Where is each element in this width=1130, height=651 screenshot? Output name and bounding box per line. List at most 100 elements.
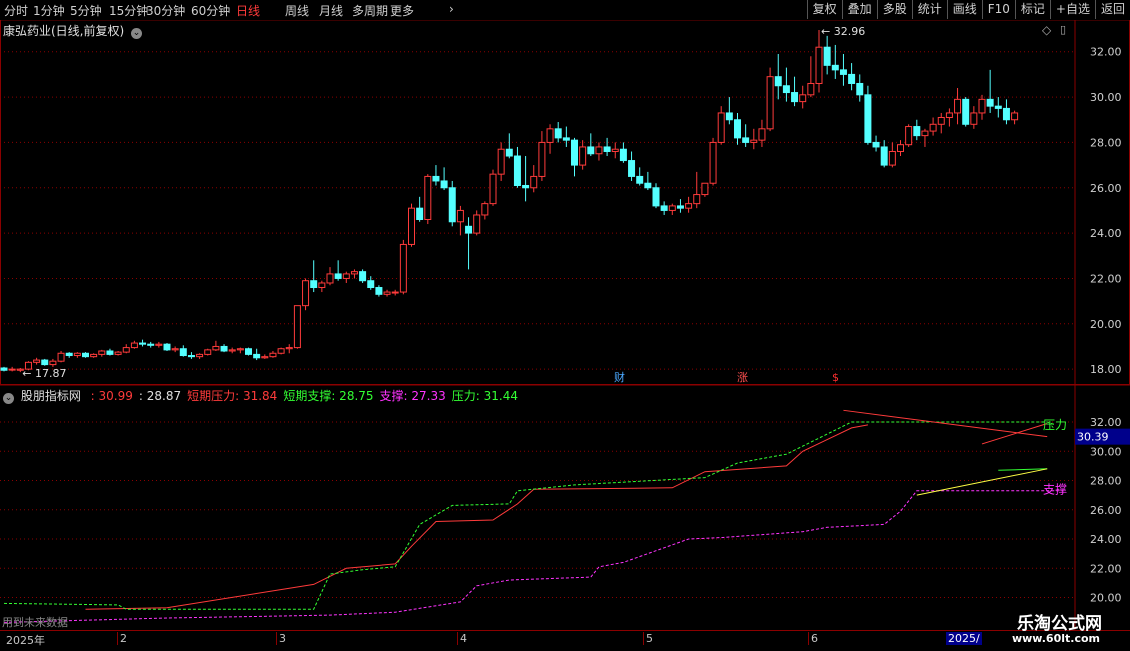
support-label: 支撑 [1043,481,1067,496]
candle-body [815,46,823,84]
candle-body [945,112,953,118]
candle-body [350,271,358,275]
current-value-label: 30.39 [1077,431,1109,444]
y-tick-label: 28.00 [1090,136,1122,149]
candle-body [839,69,847,75]
period-tab-6[interactable]: 日线 [236,2,260,19]
date-axis-label: 2025年 [6,634,45,647]
period-tab-10[interactable]: 更多 [390,2,414,19]
candle-body [709,141,717,184]
date-axis-label: 4 [457,632,467,645]
candle-body [65,352,73,357]
candle-body [448,187,456,223]
candle-body [693,194,701,205]
y-tick-label: 20.00 [1090,318,1122,331]
date-axis-current-label: 2025/ [946,632,982,645]
candle-body [465,225,473,234]
toolbar-button-0[interactable]: 复权 [806,0,842,19]
candle-body [644,182,652,189]
pressure-trendline [981,423,1048,445]
candle-body [302,280,310,307]
toolbar-button-8[interactable]: 返回 [1094,0,1130,19]
toolbar-button-3[interactable]: 统计 [911,0,947,19]
candle-body [505,148,513,157]
candle-body [334,273,342,279]
period-tab-4[interactable]: 30分钟 [146,2,185,19]
toolbar-button-4[interactable]: 画线 [946,0,982,19]
period-tab-0[interactable]: 分时 [4,2,28,19]
candle-body [73,352,81,357]
date-axis: 2025年 2 3 4 5 6 2025/ [0,630,1130,651]
y-tick-label: 32.00 [1090,416,1122,429]
candle-body [82,352,89,358]
period-tab-3[interactable]: 15分钟 [109,2,148,19]
candle-body [848,73,856,84]
candle-body [416,207,424,221]
candle-body [872,141,880,148]
candle-body [685,203,693,209]
candle-body [375,287,383,295]
candle-body [603,146,611,152]
period-tab-2[interactable]: 5分钟 [70,2,102,19]
y-tick-label: 20.00 [1090,592,1122,605]
candle-body [408,207,415,245]
period-tab-9[interactable]: 多周期 [352,2,388,19]
candle-body [954,98,962,114]
date-axis-label: 3 [276,632,286,645]
candle-body [880,146,888,166]
candle-body [367,280,375,289]
candle-body [717,112,725,143]
toolbar-button-1[interactable]: 叠加 [841,0,877,19]
candle-body [326,273,334,284]
candle-body [106,350,114,355]
candle-body [799,94,807,103]
candle-body [701,182,709,196]
candle-body [310,280,318,289]
candle-body [937,116,945,125]
indicator-series-line [3,490,1064,623]
period-tab-7[interactable]: 周线 [285,2,309,19]
indicator-series-line [85,424,868,610]
candle-body [187,355,195,358]
candle-body [473,214,481,234]
candle-body [359,271,367,282]
candle-body [970,112,978,125]
date-axis-label: 6 [808,632,818,645]
toolbar-button-2[interactable]: 多股 [876,0,912,19]
candle-body [0,367,8,371]
candle-body [98,350,106,355]
chevron-right-icon[interactable]: › [449,2,454,16]
period-tab-8[interactable]: 月线 [319,2,343,19]
candle-body [758,128,766,141]
y-tick-label: 22.00 [1090,562,1122,575]
candle-body [742,137,750,143]
indicator-chart: 32.00 30.00 28.00 26.00 24.00 22.00 20.00 压力支撑 3… [0,385,1130,630]
candle-body [530,175,538,189]
candle-body [432,175,440,182]
toolbar-button-5[interactable]: F10 [981,0,1015,19]
candle-body [595,146,603,155]
candle-body [293,305,301,349]
y-tick-label: 24.00 [1090,533,1122,546]
date-axis-label: 5 [643,632,653,645]
candle-body [130,342,138,349]
candle-body [897,144,904,152]
toolbar-button-6[interactable]: 标记 [1014,0,1050,19]
period-toolbar: 分时 1分钟 5分钟 15分钟 30分钟 60分钟 日线 周线 月线 多周期 更多 › 复权 叠加 多股统… [0,0,1130,21]
candle-body [571,139,578,166]
candle-body [676,205,684,209]
period-tab-1[interactable]: 1分钟 [33,2,65,19]
candle-body [171,348,179,351]
event-marker: $ [832,371,839,384]
candle-body [155,343,163,346]
candle-body [236,348,244,351]
period-tab-5[interactable]: 60分钟 [191,2,230,19]
toolbar-button-7[interactable]: +自选 [1049,0,1095,19]
event-marker: 财 [614,370,625,384]
candle-body [261,356,269,359]
candle-body [196,353,204,358]
candle-body [424,175,432,221]
candle-body [978,98,986,114]
indicator-series-line [3,421,1056,610]
date-axis-label: 2 [117,632,127,645]
